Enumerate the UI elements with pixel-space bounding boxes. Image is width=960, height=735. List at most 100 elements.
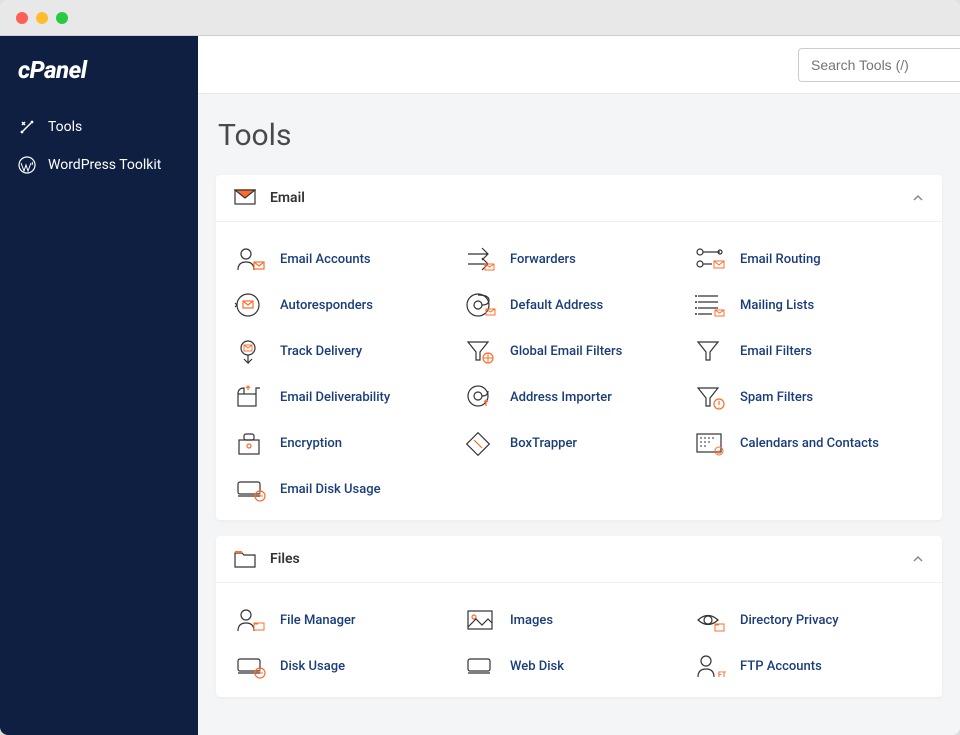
tool-label: Calendars and Contacts: [740, 436, 879, 451]
tool-label: FTP Accounts: [740, 659, 822, 674]
tool-forwarders[interactable]: Forwarders: [464, 236, 694, 282]
calendars-contacts-icon: @: [694, 430, 726, 456]
section-body-email: Email Accounts Forwarders Email Routing: [216, 222, 942, 520]
close-window-button[interactable]: [16, 12, 28, 24]
sidebar-item-wordpress[interactable]: WordPress Toolkit: [0, 146, 198, 184]
tool-spam-filters[interactable]: Spam Filters: [694, 374, 924, 420]
email-deliverability-icon: [234, 384, 266, 410]
tool-file-manager[interactable]: File Manager: [234, 597, 464, 643]
tool-label: BoxTrapper: [510, 436, 577, 451]
email-disk-usage-icon: [234, 476, 266, 502]
tool-label: Global Email Filters: [510, 344, 622, 359]
file-manager-icon: [234, 607, 266, 633]
email-routing-icon: [694, 246, 726, 272]
track-delivery-icon: [234, 338, 266, 364]
tool-label: Web Disk: [510, 659, 564, 674]
section-email: Email Email Accounts Forwarders: [216, 175, 942, 520]
svg-text:@: @: [717, 450, 722, 456]
topbar: [198, 36, 960, 94]
tool-label: Email Deliverability: [280, 390, 390, 405]
traffic-lights: [16, 12, 68, 24]
section-files: Files File Manager Images: [216, 536, 942, 697]
boxtrapper-icon: [464, 430, 496, 456]
tool-address-importer[interactable]: Address Importer: [464, 374, 694, 420]
email-section-icon: [234, 189, 256, 207]
section-body-files: File Manager Images Directory Privacy: [216, 583, 942, 697]
address-importer-icon: [464, 384, 496, 410]
logo: cPanel: [0, 36, 198, 108]
tool-label: Images: [510, 613, 553, 628]
tool-label: Address Importer: [510, 390, 612, 405]
mailing-lists-icon: [694, 292, 726, 318]
email-filters-icon: [694, 338, 726, 364]
files-section-icon: [234, 550, 256, 568]
tool-label: Autoresponders: [280, 298, 373, 313]
global-filters-icon: [464, 338, 496, 364]
disk-usage-icon: [234, 653, 266, 679]
tool-email-disk-usage[interactable]: Email Disk Usage: [234, 466, 464, 512]
tool-label: Encryption: [280, 436, 342, 451]
tool-email-accounts[interactable]: Email Accounts: [234, 236, 464, 282]
page-title: Tools: [218, 118, 942, 153]
tool-label: Default Address: [510, 298, 603, 313]
tool-label: Spam Filters: [740, 390, 813, 405]
forwarders-icon: [464, 246, 496, 272]
images-icon: [464, 607, 496, 633]
tool-images[interactable]: Images: [464, 597, 694, 643]
tool-label: Track Delivery: [280, 344, 362, 359]
tool-mailing-lists[interactable]: Mailing Lists: [694, 282, 924, 328]
tool-label: Disk Usage: [280, 659, 345, 674]
tool-label: Email Routing: [740, 252, 821, 267]
tool-label: Mailing Lists: [740, 298, 814, 313]
chevron-up-icon: [912, 555, 924, 563]
main: Tools Email: [198, 36, 960, 735]
tool-label: Email Filters: [740, 344, 812, 359]
wordpress-icon: [18, 156, 36, 174]
tool-label: Email Accounts: [280, 252, 371, 267]
tools-icon: [18, 118, 36, 136]
tool-autoresponders[interactable]: Autoresponders: [234, 282, 464, 328]
spam-filters-icon: [694, 384, 726, 410]
tool-label: Email Disk Usage: [280, 482, 381, 497]
chevron-up-icon: [912, 194, 924, 202]
tool-label: Forwarders: [510, 252, 576, 267]
web-disk-icon: [464, 653, 496, 679]
section-title: Email: [270, 190, 912, 206]
section-header-email[interactable]: Email: [216, 175, 942, 222]
encryption-icon: [234, 430, 266, 456]
sidebar-item-label: Tools: [48, 119, 82, 135]
tool-encryption[interactable]: Encryption: [234, 420, 464, 466]
tool-global-filters[interactable]: Global Email Filters: [464, 328, 694, 374]
tool-boxtrapper[interactable]: BoxTrapper: [464, 420, 694, 466]
maximize-window-button[interactable]: [56, 12, 68, 24]
tool-label: File Manager: [280, 613, 356, 628]
search-input[interactable]: [798, 48, 960, 82]
sidebar-item-tools[interactable]: Tools: [0, 108, 198, 146]
sidebar-item-label: WordPress Toolkit: [48, 157, 161, 173]
svg-text:FTP: FTP: [718, 671, 726, 679]
tool-default-address[interactable]: Default Address: [464, 282, 694, 328]
tool-email-filters[interactable]: Email Filters: [694, 328, 924, 374]
app-window: cPanel Tools WordPress Toolkit Tools: [0, 0, 960, 735]
section-header-files[interactable]: Files: [216, 536, 942, 583]
tool-email-routing[interactable]: Email Routing: [694, 236, 924, 282]
directory-privacy-icon: [694, 607, 726, 633]
tool-email-deliverability[interactable]: Email Deliverability: [234, 374, 464, 420]
titlebar: [0, 0, 960, 36]
tool-web-disk[interactable]: Web Disk: [464, 643, 694, 689]
app-body: cPanel Tools WordPress Toolkit Tools: [0, 36, 960, 735]
logo-text: cPanel: [18, 56, 86, 84]
tool-directory-privacy[interactable]: Directory Privacy: [694, 597, 924, 643]
autoresponders-icon: [234, 292, 266, 318]
tool-calendars-contacts[interactable]: @ Calendars and Contacts: [694, 420, 924, 466]
email-accounts-icon: [234, 246, 266, 272]
tool-label: Directory Privacy: [740, 613, 839, 628]
tool-track-delivery[interactable]: Track Delivery: [234, 328, 464, 374]
section-title: Files: [270, 551, 912, 567]
tool-disk-usage[interactable]: Disk Usage: [234, 643, 464, 689]
content: Tools Email: [198, 94, 960, 735]
minimize-window-button[interactable]: [36, 12, 48, 24]
default-address-icon: [464, 292, 496, 318]
ftp-accounts-icon: FTP: [694, 653, 726, 679]
tool-ftp-accounts[interactable]: FTP FTP Accounts: [694, 643, 924, 689]
